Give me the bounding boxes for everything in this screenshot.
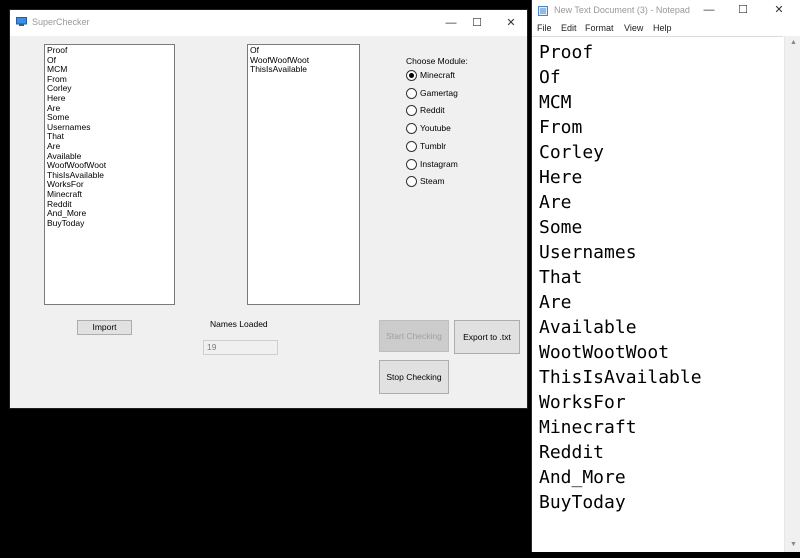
text-line: Are — [539, 292, 572, 313]
text-line: WorksFor — [539, 392, 626, 413]
available-names-list[interactable]: Of WoofWoofWoot ThisIsAvailable — [247, 44, 360, 305]
scroll-down-icon[interactable]: ▼ — [785, 538, 800, 552]
menu-format[interactable]: Format — [585, 23, 614, 33]
list-item[interactable]: Here — [47, 93, 172, 104]
start-checking-button[interactable]: Start Checking — [379, 320, 449, 352]
list-item[interactable]: Usernames — [47, 122, 172, 133]
maximize-icon[interactable]: ☐ — [466, 14, 488, 32]
app-icon — [16, 17, 27, 26]
text-line: BuyToday — [539, 492, 626, 513]
import-button[interactable]: Import — [77, 320, 132, 335]
vertical-scrollbar[interactable]: ▲ ▼ — [784, 36, 800, 552]
radio-button[interactable] — [406, 70, 417, 81]
module-label: Youtube — [420, 123, 451, 134]
notepad-title: New Text Document (3) - Notepad — [554, 5, 690, 15]
text-line: Corley — [539, 142, 605, 163]
text-line: Reddit — [539, 442, 605, 463]
module-label: Reddit — [420, 105, 445, 116]
notepad-titlebar[interactable]: New Text Document (3) - Notepad — ☐ ✕ — [532, 0, 800, 20]
text-line: Usernames — [539, 242, 637, 263]
radio-button[interactable] — [406, 140, 417, 152]
text-line: Available — [539, 317, 637, 338]
menu-file[interactable]: File — [537, 23, 552, 33]
text-line: From — [539, 117, 583, 138]
window-title: SuperChecker — [32, 17, 90, 27]
radio-button[interactable] — [406, 158, 417, 170]
minimize-icon[interactable]: — — [440, 14, 462, 32]
notepad-text-area[interactable]: Proof Of MCM From Corley Here Are Some Usernames… — [532, 36, 783, 552]
text-line: WootWootWoot — [539, 342, 670, 363]
text-line: And_More — [539, 467, 626, 488]
list-item[interactable]: BuyToday — [47, 218, 172, 229]
names-loaded-label: Names Loaded — [210, 319, 268, 329]
list-item[interactable]: That — [47, 132, 172, 142]
close-icon[interactable]: ✕ — [768, 1, 790, 19]
notepad-icon — [538, 6, 548, 16]
module-label: Tumblr — [420, 140, 447, 151]
menu-bar: File Edit Format View Help — [532, 20, 800, 36]
radio-button[interactable] — [406, 176, 417, 188]
stop-checking-button[interactable]: Stop Checking — [379, 360, 449, 394]
maximize-icon[interactable]: ☐ — [732, 1, 754, 19]
menu-view[interactable]: View — [624, 23, 643, 33]
export-txt-button[interactable]: Export to .txt — [454, 320, 520, 354]
close-icon[interactable]: ✕ — [500, 14, 522, 32]
text-line: Of — [539, 67, 561, 88]
radio-button[interactable] — [406, 105, 417, 117]
text-line: That — [539, 267, 583, 288]
module-label: Gamertag — [420, 87, 458, 98]
notepad-text: Proof Of MCM From Corley Here Are Some Usernames… — [539, 40, 702, 515]
input-names-list[interactable]: Proof Of MCM From Corley Here Are Some Usernames… — [44, 44, 175, 305]
radio-button[interactable] — [406, 87, 417, 99]
module-label: Minecraft — [420, 70, 455, 80]
superchecker-window: SuperChecker — ☐ ✕ Proof Of MCM From Corley H… — [9, 9, 528, 409]
text-line: Minecraft — [539, 417, 637, 438]
choose-module-label: Choose Module: — [406, 56, 468, 66]
menu-help[interactable]: Help — [653, 23, 672, 33]
text-line: Here — [539, 167, 583, 188]
text-line: Are — [539, 192, 572, 213]
names-loaded-count-field: 19 — [203, 340, 278, 355]
text-line: Proof — [539, 42, 594, 63]
module-label: Instagram — [420, 158, 458, 169]
scroll-up-icon[interactable]: ▲ — [785, 36, 800, 50]
minimize-icon[interactable]: — — [698, 1, 720, 19]
menu-edit[interactable]: Edit — [561, 23, 577, 33]
list-item[interactable]: Corley — [47, 84, 172, 94]
superchecker-titlebar[interactable]: SuperChecker — ☐ ✕ — [10, 10, 527, 36]
module-label: Steam — [420, 176, 445, 187]
text-line: ThisIsAvailable — [539, 367, 702, 388]
text-line: MCM — [539, 92, 572, 113]
list-item[interactable]: ThisIsAvailable — [250, 65, 357, 75]
text-line: Some — [539, 217, 583, 238]
list-item[interactable]: Proof — [47, 45, 172, 56]
notepad-window: New Text Document (3) - Notepad — ☐ ✕ Fi… — [531, 0, 800, 552]
radio-button[interactable] — [406, 123, 417, 135]
